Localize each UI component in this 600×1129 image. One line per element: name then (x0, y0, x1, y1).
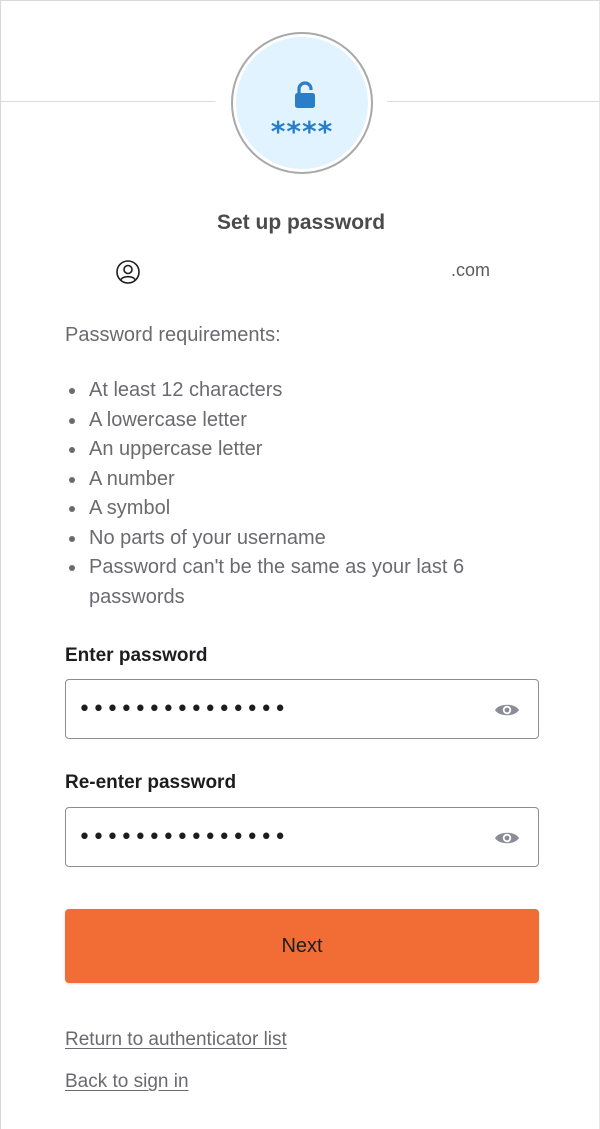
authenticator-badge: **** (231, 32, 373, 174)
reenter-password-label: Re-enter password (65, 772, 237, 793)
header-divider-right (387, 101, 600, 102)
requirement-item: A number (65, 465, 535, 495)
badge-stars: **** (270, 115, 334, 148)
return-to-authenticator-list-link[interactable]: Return to authenticator list (65, 1029, 287, 1051)
header-divider-left (1, 101, 215, 102)
enter-password-field-box (65, 679, 539, 739)
requirements-title: Password requirements: (65, 324, 281, 346)
user-email: .com (450, 260, 490, 280)
next-button[interactable]: Next (65, 909, 539, 983)
back-to-sign-in-link[interactable]: Back to sign in (65, 1071, 189, 1093)
reenter-password-field-box (65, 807, 539, 867)
lock-open-icon (295, 81, 315, 108)
page-title: Set up password (216, 211, 386, 234)
requirement-item: No parts of your username (65, 524, 535, 554)
auth-card: **** Set up password .com Password requi… (0, 0, 600, 1129)
eye-icon[interactable] (494, 701, 520, 719)
enter-password-input[interactable] (78, 680, 478, 738)
user-circle-icon (116, 260, 140, 284)
reenter-password-input[interactable] (78, 808, 478, 866)
requirement-item: A lowercase letter (65, 406, 535, 436)
user-identity: .com (113, 259, 493, 285)
requirement-item: At least 12 characters (65, 376, 535, 406)
requirement-item: A symbol (65, 494, 535, 524)
requirement-item: Password can't be the same as your last … (65, 553, 535, 612)
enter-password-label: Enter password (65, 645, 208, 666)
badge-circle: **** (236, 37, 368, 169)
eye-icon[interactable] (494, 829, 520, 847)
requirements-list: At least 12 characters A lowercase lette… (65, 376, 535, 612)
requirement-item: An uppercase letter (65, 435, 535, 465)
